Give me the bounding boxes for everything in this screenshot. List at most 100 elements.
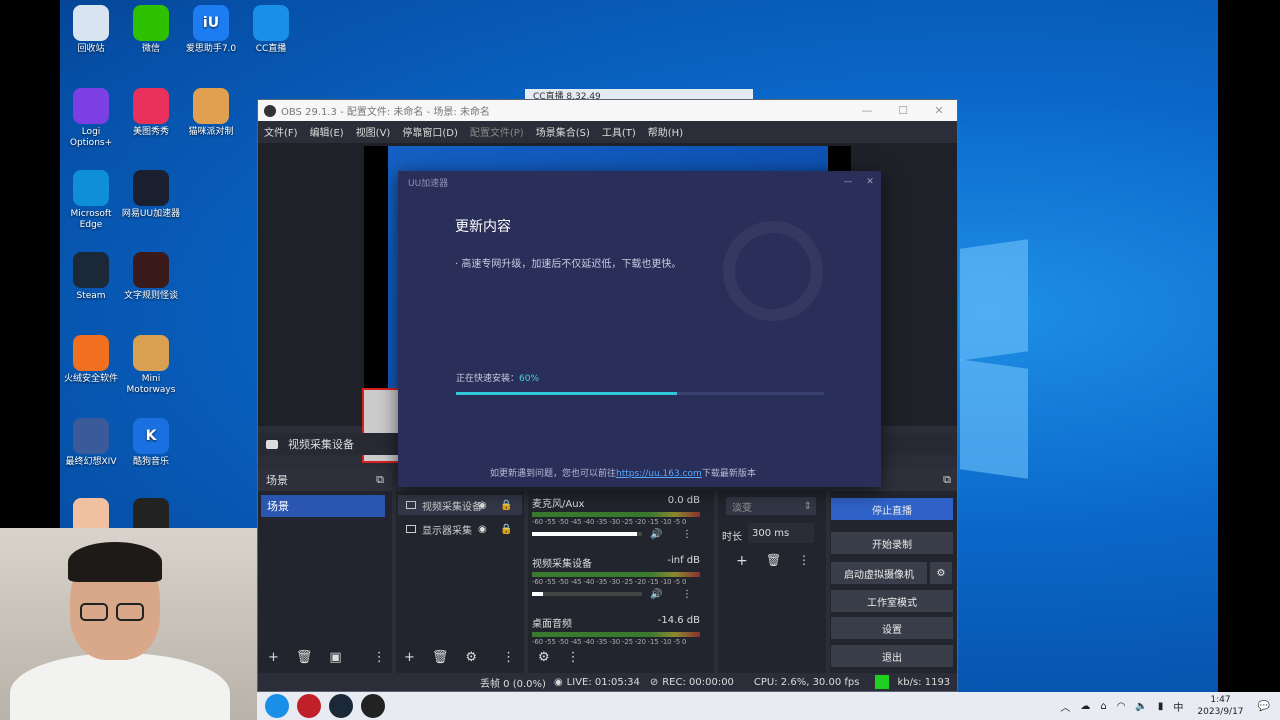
- scene-item[interactable]: 场景: [261, 495, 385, 517]
- studio-mode-button[interactable]: 工作室模式: [831, 590, 953, 612]
- eye-icon[interactable]: ◉: [478, 524, 487, 535]
- virtual-camera-settings-button[interactable]: ⚙: [930, 562, 952, 584]
- meter-scale: -60 -55 -50 -45 -40 -35 -30 -25 -20 -15 …: [532, 578, 687, 586]
- obs-title-bar[interactable]: OBS 29.1.3 - 配置文件: 未命名 - 场景: 未命名 — ☐ ✕: [258, 100, 957, 121]
- footer-suffix: 下载最新版本: [701, 469, 756, 479]
- settings-button[interactable]: 设置: [831, 617, 953, 639]
- clock[interactable]: 1:47 2023/9/17: [1197, 694, 1243, 718]
- desktop-icon[interactable]: 美图秀秀: [120, 88, 182, 138]
- screen-border: [0, 0, 60, 528]
- desktop-icon[interactable]: 微信: [120, 5, 182, 55]
- trash-icon[interactable]: 🗑: [296, 650, 313, 665]
- undock-icon[interactable]: ⧉: [943, 473, 951, 487]
- stop-streaming-button[interactable]: 停止直播: [831, 498, 953, 520]
- scenes-dock-title: 场景 ⧉: [258, 469, 392, 491]
- menu-docks[interactable]: 停靠窗口(D): [402, 124, 458, 139]
- ff14-icon: [73, 418, 109, 454]
- duration-value: 300 ms: [752, 527, 790, 539]
- menu-tools[interactable]: 工具(T): [602, 124, 636, 139]
- cc-live-icon[interactable]: [265, 694, 289, 718]
- desktop-icon-label: Mini Motorways: [126, 374, 176, 395]
- desktop-icon[interactable]: 文字规则怪谈: [120, 252, 182, 302]
- desktop-icon[interactable]: K 酷狗音乐: [120, 418, 182, 468]
- more-icon[interactable]: ⋮: [567, 650, 580, 665]
- menu-help[interactable]: 帮助(H): [648, 124, 683, 139]
- desktop-icon[interactable]: 回收站: [60, 5, 122, 55]
- cloud-icon[interactable]: ☁: [1080, 701, 1090, 712]
- gear-icon[interactable]: ⚙: [538, 650, 550, 665]
- more-icon[interactable]: ⋮: [798, 553, 810, 567]
- speaker-icon[interactable]: 🔊: [650, 529, 662, 540]
- clock-time: 1:47: [1210, 695, 1231, 705]
- channel-name: 桌面音频: [532, 619, 572, 630]
- trash-icon[interactable]: 🗑: [432, 650, 449, 665]
- start-virtual-camera-button[interactable]: 启动虚拟摄像机: [831, 562, 927, 584]
- duration-label: 时长: [722, 532, 742, 543]
- add-icon[interactable]: +: [268, 650, 279, 665]
- desktop-icon[interactable]: Steam: [60, 252, 122, 302]
- network-icon[interactable]: ⌂: [1100, 701, 1106, 712]
- speaker-icon[interactable]: 🔈: [1135, 701, 1147, 712]
- desktop-icon[interactable]: iU 爱思助手7.0: [180, 5, 242, 55]
- add-icon[interactable]: +: [736, 553, 748, 569]
- filter-icon[interactable]: ▣: [329, 650, 341, 665]
- uu-update-dialog[interactable]: UU加速器 — ✕ 更新内容 · 高速专网升级，加速后不仅延迟低，下载也更快。 …: [398, 171, 881, 487]
- volume-slider[interactable]: [532, 592, 642, 596]
- add-icon[interactable]: +: [404, 650, 415, 665]
- desktop-icon[interactable]: Mini Motorways: [120, 335, 182, 396]
- battery-icon[interactable]: ▮: [1158, 701, 1164, 712]
- trash-icon[interactable]: 🗑: [766, 553, 781, 567]
- more-icon[interactable]: ⋮: [373, 650, 386, 665]
- menu-profile[interactable]: 配置文件(P): [470, 124, 524, 139]
- volume-slider[interactable]: [532, 532, 642, 536]
- minimize-icon[interactable]: —: [849, 104, 885, 117]
- ime-indicator[interactable]: 中: [1173, 699, 1183, 714]
- recycle-bin-icon: [73, 5, 109, 41]
- desktop-icon[interactable]: CC直播: [240, 5, 302, 55]
- maximize-icon[interactable]: ☐: [885, 104, 921, 117]
- source-item-display-capture[interactable]: 显示器采集 ◉ 🔒: [398, 519, 522, 539]
- more-icon[interactable]: ⋮: [502, 650, 515, 665]
- download-link[interactable]: https://uu.163.com: [616, 469, 702, 479]
- desktop-icon[interactable]: Logi Options+: [60, 88, 122, 149]
- lock-icon[interactable]: 🔒: [500, 500, 512, 511]
- duration-input[interactable]: 300 ms: [748, 523, 814, 543]
- desktop-icon-label: 文字规则怪谈: [123, 291, 178, 301]
- desktop-icon[interactable]: 猫咪派对制: [180, 88, 242, 138]
- game-icon: [133, 252, 169, 288]
- transition-type: 淡变: [732, 502, 752, 514]
- wifi-icon[interactable]: ◠: [1117, 701, 1126, 712]
- close-icon[interactable]: ✕: [921, 104, 957, 117]
- more-icon[interactable]: ⋮: [682, 529, 692, 540]
- menu-scene-collection[interactable]: 场景集合(S): [536, 124, 590, 139]
- more-icon[interactable]: ⋮: [682, 589, 692, 600]
- netease-icon[interactable]: [297, 694, 321, 718]
- source-item-video-capture[interactable]: 视频采集设备 ◉ 🔒: [398, 495, 522, 515]
- uu-title-bar[interactable]: UU加速器 — ✕: [398, 171, 881, 193]
- chevron-up-icon[interactable]: ︿: [1060, 699, 1070, 714]
- gear-icon[interactable]: ⚙: [465, 650, 477, 665]
- desktop-icon[interactable]: Microsoft Edge: [60, 170, 122, 231]
- uu-heading: 更新内容: [455, 219, 511, 235]
- volume-meter: [532, 512, 700, 517]
- lock-icon[interactable]: 🔒: [500, 524, 512, 535]
- desktop-icon[interactable]: 最终幻想XIV: [60, 418, 122, 468]
- obs-icon[interactable]: [361, 694, 385, 718]
- close-icon[interactable]: ✕: [859, 177, 881, 187]
- menu-file[interactable]: 文件(F): [264, 124, 298, 139]
- mixer-channel-desktop-audio: 桌面音频 -14.6 dB -60 -55 -50 -45 -40 -35 -3…: [532, 615, 700, 646]
- exit-button[interactable]: 退出: [831, 645, 953, 667]
- speaker-icon[interactable]: 🔊: [650, 589, 662, 600]
- eye-icon[interactable]: ◉: [478, 500, 487, 511]
- menu-view[interactable]: 视图(V): [356, 124, 391, 139]
- desktop-icon-label: 爱思助手7.0: [185, 44, 237, 54]
- undock-icon[interactable]: ⧉: [376, 473, 384, 487]
- desktop-icon[interactable]: 网易UU加速器: [120, 170, 182, 220]
- transition-select[interactable]: 淡变 ⇕: [726, 497, 816, 515]
- minimize-icon[interactable]: —: [837, 177, 859, 187]
- menu-edit[interactable]: 编辑(E): [310, 124, 344, 139]
- start-recording-button[interactable]: 开始录制: [831, 532, 953, 554]
- steam-icon[interactable]: [329, 694, 353, 718]
- desktop-icon[interactable]: 火绒安全软件: [60, 335, 122, 385]
- notification-icon[interactable]: 💬: [1258, 701, 1270, 712]
